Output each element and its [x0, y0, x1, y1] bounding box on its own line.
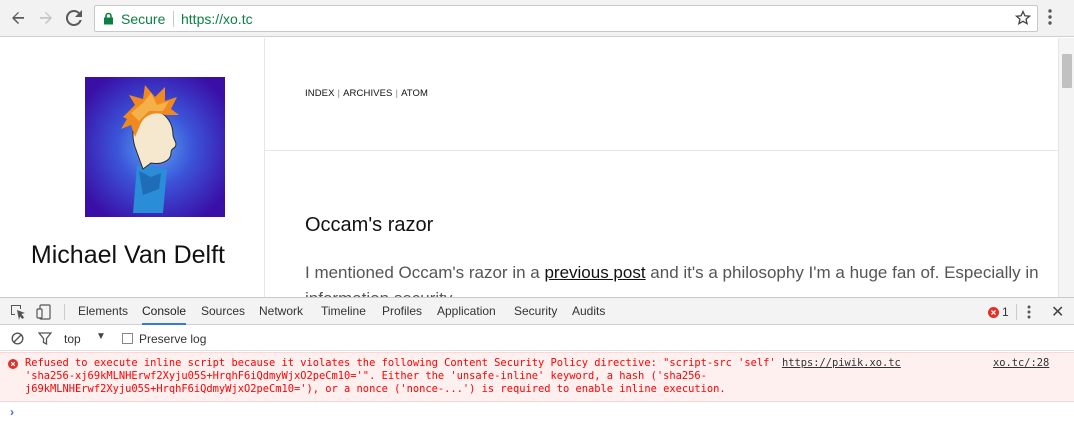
reload-button[interactable]	[64, 8, 84, 28]
error-counter[interactable]: 1	[988, 305, 1009, 319]
error-line: j69kMLNHErwf2Xyju05S+HrqhF6iQdmyWjxO2peC…	[25, 383, 726, 395]
inspect-element-icon[interactable]	[10, 304, 26, 320]
preserve-log-checkbox[interactable]	[122, 333, 133, 344]
close-devtools-icon[interactable]: ✕	[1051, 302, 1064, 322]
console-prompt[interactable]: ›	[10, 405, 14, 419]
nav-separator: |	[337, 88, 341, 99]
tab-application[interactable]: Application	[437, 298, 496, 325]
tab-console[interactable]: Console	[142, 298, 187, 325]
tab-audits[interactable]: Audits	[572, 298, 605, 325]
filter-icon[interactable]	[38, 332, 52, 345]
nav-separator: |	[395, 88, 399, 99]
browser-menu-icon[interactable]	[1048, 9, 1052, 25]
sidebar: Michael Van Delft	[0, 38, 265, 297]
preserve-log-label[interactable]: Preserve log	[139, 332, 206, 346]
chevron-down-icon[interactable]: ▼	[96, 331, 106, 342]
context-selector[interactable]: top	[64, 332, 81, 346]
error-text: Refused to execute inline script because…	[25, 357, 985, 396]
reload-icon	[66, 10, 82, 26]
tab-security[interactable]: Security	[514, 298, 557, 325]
csp-source-link[interactable]: https://piwik.xo.tc	[782, 357, 901, 369]
author-name[interactable]: Michael Van Delft	[20, 240, 225, 271]
error-line: 'sha256-xj69kMLNHErwf2Xyju05S+HrqhF6iQdm…	[25, 370, 707, 382]
tab-network[interactable]: Network	[259, 298, 303, 325]
back-button[interactable]	[8, 8, 28, 28]
page-viewport: Michael Van Delft INDEX | ARCHIVES | ATOM Oc…	[0, 38, 1074, 297]
post-title[interactable]: Occam's razor	[305, 214, 433, 237]
page-scrollbar[interactable]	[1058, 38, 1074, 297]
clear-console-icon[interactable]	[11, 332, 24, 345]
address-bar[interactable]: Secure https://xo.tc	[94, 5, 1038, 32]
forward-button[interactable]	[36, 8, 56, 28]
post-body: I mentioned Occam's razor in a previous …	[305, 260, 1045, 297]
nav-index-link[interactable]: INDEX	[305, 88, 335, 99]
secure-label: Secure	[121, 11, 166, 27]
tab-elements[interactable]: Elements	[78, 298, 128, 325]
toolbar-divider	[64, 304, 65, 320]
bookmark-star-icon[interactable]	[1015, 10, 1031, 26]
scrollbar-thumb[interactable]	[1062, 54, 1072, 88]
console-toolbar: top ▼ Preserve log	[0, 326, 1074, 351]
device-toolbar-icon[interactable]	[36, 304, 52, 320]
nav-atom-link[interactable]: ATOM	[401, 88, 428, 99]
error-source-link[interactable]: xo.tc/:28	[993, 357, 1049, 369]
devtools-tabbar: Elements Console Sources Network Timelin…	[0, 298, 1074, 325]
tab-profiles[interactable]: Profiles	[382, 298, 422, 325]
nav-archives-link[interactable]: ARCHIVES	[343, 88, 392, 99]
forward-arrow-icon	[40, 12, 52, 24]
devtools-panel: Elements Console Sources Network Timelin…	[0, 297, 1074, 422]
tab-sources[interactable]: Sources	[201, 298, 245, 325]
author-avatar	[85, 77, 225, 217]
error-line: Refused to execute inline script because…	[25, 357, 782, 369]
error-count-value: 1	[1002, 305, 1009, 319]
toolbar-divider	[1016, 304, 1017, 320]
error-icon	[8, 359, 18, 369]
devtools-menu-icon[interactable]	[1027, 305, 1031, 319]
back-arrow-icon	[12, 12, 24, 24]
tab-timeline[interactable]: Timeline	[321, 298, 366, 325]
console-error-message: Refused to execute inline script because…	[0, 352, 1074, 402]
site-nav: INDEX | ARCHIVES | ATOM	[305, 88, 428, 99]
url-text[interactable]: https://xo.tc	[181, 11, 253, 27]
browser-toolbar: Secure https://xo.tc	[0, 0, 1074, 37]
omnibox-divider	[173, 11, 174, 27]
lock-icon	[104, 12, 113, 25]
error-icon	[988, 306, 999, 318]
header-divider	[265, 150, 1058, 151]
previous-post-link[interactable]: previous post	[544, 263, 645, 282]
post-text: I mentioned Occam's razor in a	[305, 263, 545, 282]
